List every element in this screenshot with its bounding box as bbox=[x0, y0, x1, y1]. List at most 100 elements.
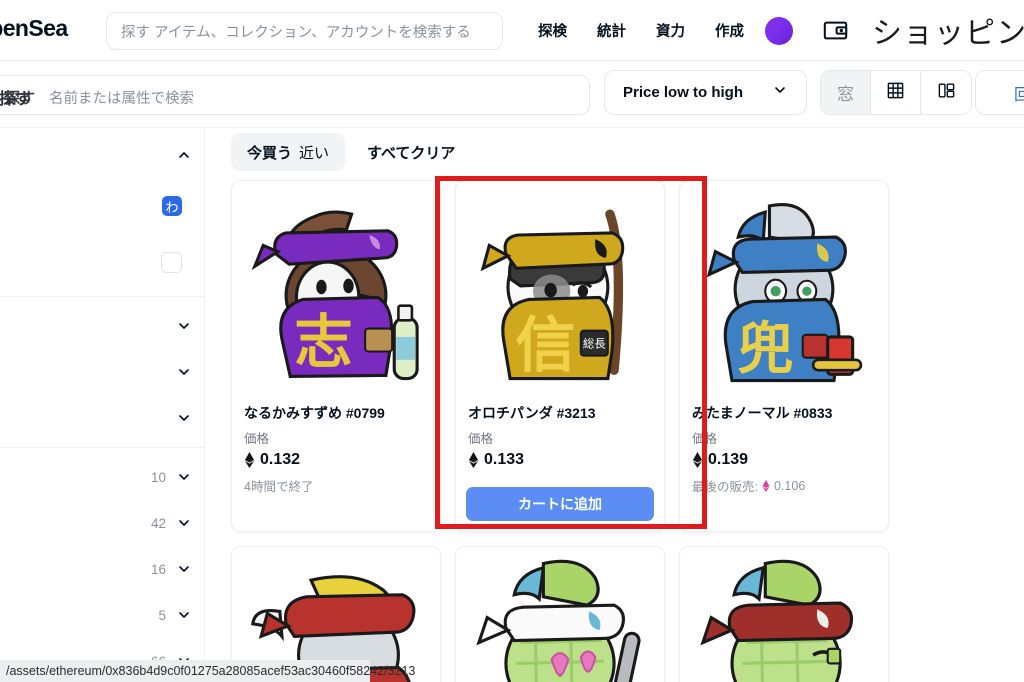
view-mode-compact[interactable] bbox=[921, 71, 971, 114]
nft-card-highlighted[interactable]: 信 総長 オロチパンダ #3213 価格 0.133 カートに追加 bbox=[455, 180, 665, 532]
sidebar-row-option[interactable]: ョンで bbox=[0, 234, 204, 290]
nft-name: オロチパンダ #3213 bbox=[468, 405, 596, 421]
sidebar-trait-row[interactable]: ラー 5 bbox=[0, 592, 204, 638]
sidebar-trait-count: 5 bbox=[158, 607, 166, 623]
attribute-search-placeholder: 名前または属性で検索 bbox=[49, 91, 194, 107]
collect-button-label: 回収 bbox=[1013, 86, 1024, 104]
nft-card-info: オロチパンダ #3213 価格 0.133 bbox=[456, 393, 664, 481]
nft-card-info: みたまノーマル #0833 価格 0.139 最後の販売: 0.106 bbox=[680, 393, 888, 507]
chevron-down-icon bbox=[176, 364, 192, 380]
sidebar-row-3[interactable] bbox=[0, 303, 204, 349]
svg-text:兜: 兜 bbox=[737, 317, 793, 382]
browser-status-bar: /assets/ethereum/0x836b4d9c0f01275a28085… bbox=[0, 660, 415, 682]
sort-dropdown-value: Price low to high bbox=[623, 84, 744, 101]
nav-links: 探検 統計 資力 作成 bbox=[538, 0, 744, 61]
nft-card[interactable] bbox=[679, 546, 889, 682]
collect-button[interactable]: 回収 bbox=[975, 70, 1024, 115]
clear-all-button[interactable]: すべてクリア bbox=[367, 142, 455, 163]
view-mode-grid[interactable] bbox=[871, 71, 921, 114]
view-mode-window[interactable]: 窓 bbox=[821, 71, 871, 114]
global-search-input[interactable]: 探す アイテム、コレクション、アカウントを検索する bbox=[106, 12, 503, 50]
chevron-down-icon bbox=[176, 515, 192, 531]
active-filters-row: 今買う 近い すべてクリア bbox=[231, 133, 455, 171]
nav-link-create[interactable]: 作成 bbox=[715, 20, 744, 41]
nft-price-row: 0.139 bbox=[692, 451, 876, 469]
compact-view-icon bbox=[937, 81, 956, 105]
sidebar-trait-count: 16 bbox=[150, 561, 166, 577]
chevron-down-icon bbox=[772, 82, 788, 103]
chevron-down-icon bbox=[176, 607, 192, 623]
nft-artwork-melon-white-bat[interactable]: 3 bbox=[456, 547, 664, 682]
avatar[interactable] bbox=[765, 17, 793, 45]
sidebar-divider bbox=[0, 447, 204, 448]
nft-card[interactable]: 志 なるかみすずめ #0799 価格 0.132 4時間で終了 bbox=[231, 180, 441, 532]
nft-price-label: 価格 bbox=[244, 432, 270, 446]
ethereum-icon bbox=[692, 452, 703, 468]
attribute-search-input[interactable]: 探す 探す 名前または属性で検索 bbox=[0, 75, 590, 115]
filters-sidebar: わ ョンで bbox=[0, 128, 205, 682]
filter-chip-buy-now[interactable]: 今買う 近い bbox=[231, 133, 346, 171]
sidebar-trait-row[interactable]: リー(アイ) 10 bbox=[0, 454, 204, 500]
sidebar-trait-count: 42 bbox=[150, 515, 166, 531]
filter-chip-label-normal: 近い bbox=[299, 144, 330, 162]
window-view-icon: 窓 bbox=[837, 85, 854, 104]
app-root: OpenSea 探す アイテム、コレクション、アカウントを検索する 探検 統計 … bbox=[0, 0, 1024, 682]
sidebar-trait-count: 10 bbox=[150, 469, 166, 485]
sort-dropdown[interactable]: Price low to high bbox=[604, 70, 807, 115]
checkbox-unchecked-icon[interactable] bbox=[161, 251, 182, 273]
sidebar-row-5[interactable] bbox=[0, 395, 204, 441]
nav-link-explore[interactable]: 探検 bbox=[538, 20, 567, 41]
filter-chip-label-bold: 今買う bbox=[247, 144, 293, 162]
nft-last-sale-label: 最後の販売: bbox=[692, 480, 758, 494]
svg-text:信: 信 bbox=[515, 311, 575, 381]
opensea-logo[interactable]: OpenSea bbox=[0, 15, 68, 42]
nav-link-resources[interactable]: 資力 bbox=[656, 20, 685, 41]
nft-sub-info: 最後の販売: 0.106 bbox=[692, 476, 876, 495]
sidebar-row-buy-now[interactable]: わ bbox=[0, 178, 204, 234]
nft-artwork-bird-purple-shi[interactable]: 志 bbox=[232, 181, 440, 393]
collection-items-panel: 今買う 近い すべてクリア 志 なるかみすずめ #0799 価格 0.132 4… bbox=[206, 128, 1024, 682]
nft-price: 0.132 bbox=[260, 451, 301, 468]
nft-sub-info: 4時間で終了 bbox=[244, 476, 428, 495]
sidebar-row-collapse[interactable] bbox=[0, 132, 204, 178]
chevron-down-icon bbox=[176, 410, 192, 426]
nft-artwork-panda-gold-shin[interactable]: 信 総長 bbox=[456, 181, 664, 393]
wallet-icon[interactable] bbox=[822, 17, 849, 44]
svg-text:志: 志 bbox=[294, 308, 352, 376]
top-navigation-bar: OpenSea 探す アイテム、コレクション、アカウントを検索する 探検 統計 … bbox=[0, 0, 1024, 61]
chevron-down-icon bbox=[176, 561, 192, 577]
nft-name: なるかみすずめ #0799 bbox=[244, 405, 385, 421]
nft-price-label: 価格 bbox=[468, 432, 494, 446]
nft-price-row: 0.133 bbox=[468, 451, 652, 469]
nft-price: 0.133 bbox=[484, 451, 525, 468]
nft-card[interactable]: 3 bbox=[455, 546, 665, 682]
grid-view-icon bbox=[886, 81, 905, 105]
sidebar-row-4[interactable] bbox=[0, 349, 204, 395]
nft-artwork-ninja-blue-kabuto[interactable]: 兜 bbox=[680, 181, 888, 393]
sidebar-divider bbox=[0, 296, 204, 297]
sidebar-trait-row[interactable]: ッド) 42 bbox=[0, 500, 204, 546]
nft-last-sale-price: 0.106 bbox=[773, 478, 806, 493]
add-to-cart-button[interactable]: カートに追加 bbox=[466, 487, 654, 521]
nft-artwork-melon-red-wink[interactable] bbox=[680, 547, 888, 682]
nft-sub-text: 4時間で終了 bbox=[244, 480, 314, 494]
svg-text:総長: 総長 bbox=[583, 336, 606, 350]
add-to-cart-label: カートに追加 bbox=[518, 496, 602, 512]
sidebar-trait-row[interactable]: リー(ロ) 16 bbox=[0, 546, 204, 592]
status-bar-url: /assets/ethereum/0x836b4d9c0f01275a28085… bbox=[6, 664, 416, 678]
global-search-placeholder: 探す アイテム、コレクション、アカウントを検索する bbox=[121, 24, 471, 41]
page-title: ショッピング bbox=[872, 17, 1024, 50]
nft-price-row: 0.132 bbox=[244, 451, 428, 469]
nft-card[interactable]: 兜 みたまノーマル #0833 価格 0.139 最後の販売: 0.106 bbox=[679, 180, 889, 532]
nav-link-stats[interactable]: 統計 bbox=[597, 20, 626, 41]
view-mode-group: 窓 bbox=[820, 70, 972, 115]
ethereum-icon bbox=[244, 452, 255, 468]
nft-price-label: 価格 bbox=[692, 432, 718, 446]
search-icon-overlay-label: 探す bbox=[5, 90, 36, 107]
chevron-down-icon bbox=[176, 469, 192, 485]
nft-name: みたまノーマル #0833 bbox=[692, 405, 833, 421]
chevron-down-icon bbox=[176, 318, 192, 334]
chevron-up-icon bbox=[176, 147, 192, 163]
checkbox-checked-icon[interactable]: わ bbox=[162, 196, 182, 216]
nft-price: 0.139 bbox=[708, 451, 749, 468]
